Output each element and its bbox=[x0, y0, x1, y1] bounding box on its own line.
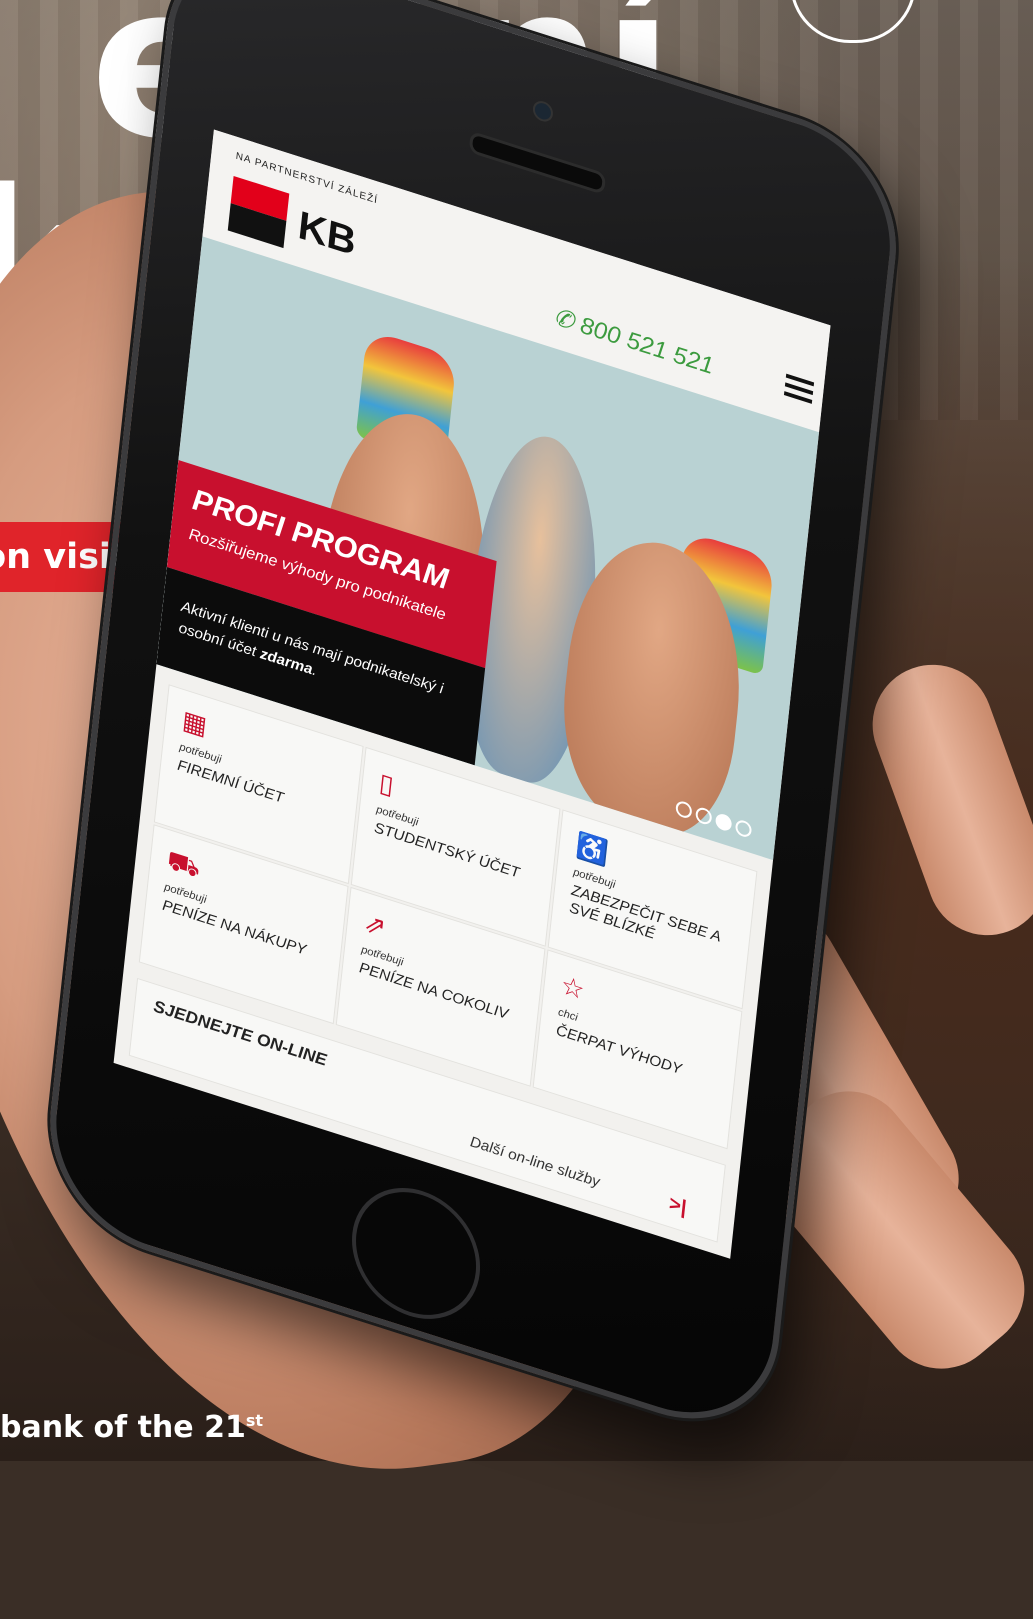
phone-screen: NA PARTNERSTVÍ ZÁLEŽÍ KB ✆ 800 521 521 P… bbox=[113, 129, 831, 1259]
chevron-right-icon[interactable]: >| bbox=[668, 1193, 687, 1221]
shopping-cart-icon: ⛟ bbox=[165, 844, 202, 884]
hamburger-menu-icon[interactable] bbox=[783, 373, 815, 404]
carousel-dot-active[interactable] bbox=[714, 811, 733, 833]
tile-small-label: chci bbox=[557, 1006, 579, 1025]
smartphone: NA PARTNERSTVÍ ZÁLEŽÍ KB ✆ 800 521 521 P… bbox=[26, 0, 1033, 1619]
carousel-indicators[interactable] bbox=[675, 799, 757, 845]
tile-main-label: ZABEZPEČIT SEBE A SVÉ BLÍZKÉ bbox=[568, 881, 722, 946]
kb-logo-icon[interactable] bbox=[227, 175, 290, 249]
tile-main-label: PENÍZE NA NÁKUPY bbox=[161, 896, 308, 959]
star-icon: ☆ bbox=[559, 969, 586, 1006]
phone-icon: ✆ bbox=[552, 303, 576, 336]
book-icon: ▯ bbox=[377, 766, 396, 801]
online-services-link[interactable]: Další on-line služby bbox=[469, 1133, 600, 1191]
phone-body: NA PARTNERSTVÍ ZÁLEŽÍ KB ✆ 800 521 521 P… bbox=[39, 0, 907, 1448]
tile-main-label: ČERPAT VÝHODY bbox=[555, 1021, 683, 1079]
tile-main-label: STUDENTSKÝ ÚČET bbox=[373, 819, 521, 882]
wheelchair-icon: ♿ bbox=[574, 829, 611, 869]
front-camera bbox=[531, 98, 554, 125]
earpiece-speaker bbox=[468, 130, 607, 196]
tile-main-label: FIREMNÍ ÚČET bbox=[176, 756, 285, 807]
money-arrow-icon: ⇗ bbox=[362, 906, 388, 943]
tile-main-label: PENÍZE NA COKOLIV bbox=[358, 959, 509, 1024]
logo-text[interactable]: KB bbox=[296, 203, 358, 265]
footer-text: bank of the 21st bbox=[0, 1410, 263, 1445]
carousel-dot[interactable] bbox=[734, 818, 753, 839]
cash-register-icon: ▦ bbox=[180, 704, 209, 742]
footer-superscript: st bbox=[245, 1411, 263, 1430]
home-button[interactable] bbox=[345, 1171, 487, 1336]
